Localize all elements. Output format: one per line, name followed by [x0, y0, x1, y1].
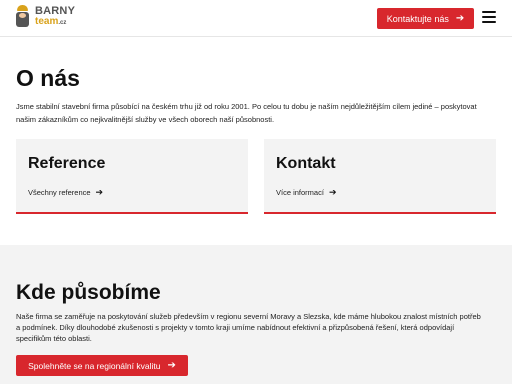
all-references-link[interactable]: Všechny reference ➔: [28, 187, 104, 198]
arrow-right-icon: ➔: [95, 187, 104, 197]
logo-wordmark: BARNY team.cz: [35, 5, 75, 27]
more-info-link[interactable]: Více informací ➔: [276, 187, 337, 198]
regional-quality-label: Spolehněte se na regionální kvalitu: [28, 360, 161, 371]
about-text: Jsme stabilní stavební firma působící na…: [16, 102, 477, 124]
regional-quality-button[interactable]: Spolehněte se na regionální kvalitu ➔: [16, 355, 188, 376]
reference-card[interactable]: Reference Všechny reference ➔: [16, 139, 248, 214]
where-we-operate-section: Kde působíme Naše firma se zaměřuje na p…: [0, 245, 512, 384]
logo-word-bottom: team.cz: [35, 15, 67, 27]
hamburger-icon[interactable]: [482, 11, 496, 23]
about-title: O nás: [16, 65, 80, 91]
contact-card[interactable]: Kontakt Více informací ➔: [264, 139, 496, 214]
about-section: O nás Jsme stabilní stavební firma působ…: [0, 38, 512, 245]
contact-us-button[interactable]: Kontaktujte nás ➔: [377, 8, 474, 29]
where-title: Kde působíme: [16, 281, 161, 304]
arrow-right-icon: ➔: [455, 12, 465, 24]
reference-card-title: Reference: [28, 155, 106, 172]
contact-us-label: Kontaktujte nás: [386, 13, 449, 24]
where-text: Naše firma se zaměřuje na poskytování sl…: [16, 312, 481, 343]
arrow-right-icon: ➔: [167, 359, 176, 371]
arrow-right-icon: ➔: [328, 187, 337, 197]
all-references-label: Všechny reference: [28, 188, 91, 197]
logo-worker-icon: [14, 5, 31, 27]
more-info-label: Více informací: [276, 188, 324, 197]
site-header: BARNY team.cz Kontaktujte nás ➔: [0, 0, 512, 37]
contact-card-title: Kontakt: [276, 155, 336, 172]
logo[interactable]: BARNY team.cz: [14, 5, 75, 27]
